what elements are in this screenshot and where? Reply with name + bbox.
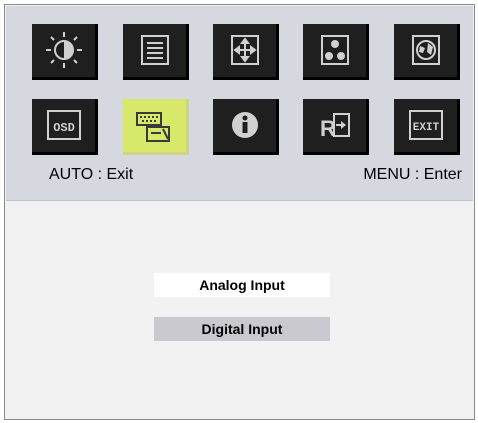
- digital-input-option[interactable]: Digital Input: [154, 317, 330, 341]
- icon-grid: OSD R EXIT: [32, 24, 462, 155]
- exit-icon-text: EXIT: [413, 122, 440, 134]
- menu-tile-input-select[interactable]: [123, 99, 189, 155]
- exit-icon: EXIT: [409, 110, 443, 140]
- osd-icon: OSD: [47, 110, 81, 140]
- reset-icon: R: [320, 113, 350, 141]
- menu-tile-brightness[interactable]: [32, 24, 98, 80]
- menu-tile-color[interactable]: [303, 24, 369, 80]
- position-icon: [231, 35, 259, 65]
- menu-enter-hint: MENU : Enter: [363, 166, 462, 183]
- language-icon: [412, 35, 440, 65]
- menu-tile-language[interactable]: [394, 24, 460, 80]
- menu-tile-osd[interactable]: OSD: [32, 99, 98, 155]
- menu-tile-image[interactable]: [123, 24, 189, 80]
- menu-tile-position[interactable]: [213, 24, 279, 80]
- brightness-icon: [46, 32, 82, 68]
- analog-input-option[interactable]: Analog Input: [154, 273, 330, 297]
- auto-exit-hint: AUTO : Exit: [49, 166, 134, 183]
- menu-tile-exit[interactable]: EXIT: [394, 99, 460, 155]
- submenu-panel: Analog Input Digital Input: [6, 208, 473, 418]
- information-icon: [232, 112, 258, 138]
- color-icon: [321, 35, 349, 65]
- menu-tile-information[interactable]: [213, 99, 279, 155]
- input-select-icon: [136, 112, 170, 142]
- osd-icon-text: OSD: [53, 121, 75, 135]
- menu-tile-reset[interactable]: R: [303, 99, 369, 155]
- osd-menu-window: OSD R EXIT AUTO: Exit MENU: Enter Anal…: [4, 4, 475, 420]
- image-settings-icon: [141, 35, 169, 65]
- icon-menu-panel: OSD R EXIT AUTO: Exit MENU: Enter: [6, 6, 473, 201]
